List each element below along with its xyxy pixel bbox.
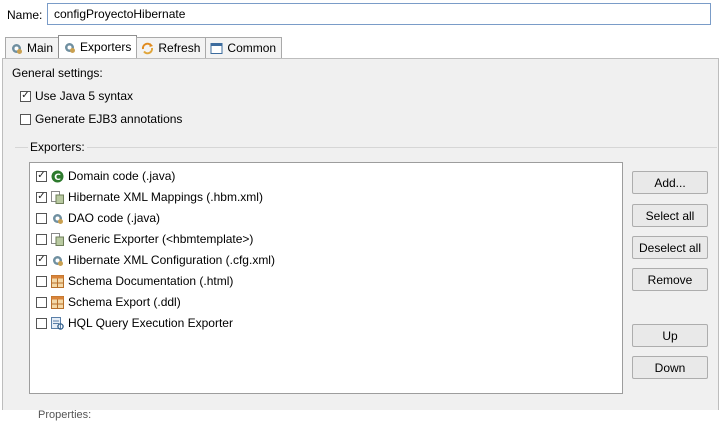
- tab-refresh[interactable]: Refresh: [136, 37, 207, 58]
- use-java5-label: Use Java 5 syntax: [35, 89, 134, 103]
- gear-icon: [12, 43, 22, 54]
- list-item[interactable]: DAO code (.java): [36, 209, 160, 227]
- tab-refresh-label: Refresh: [158, 41, 201, 55]
- ejb3-label: Generate EJB3 annotations: [35, 112, 183, 126]
- up-button[interactable]: Up: [632, 324, 708, 347]
- exporter-checkbox[interactable]: [36, 275, 47, 287]
- tab-exporters-label: Exporters: [80, 40, 132, 54]
- exporters-list[interactable]: ✓ C Domain code (.java) ✓ Hibernate XML …: [29, 162, 623, 394]
- exporter-label: Generic Exporter (<hbmtemplate>): [68, 232, 254, 246]
- exporter-checkbox[interactable]: [36, 212, 47, 224]
- exporter-label: DAO code (.java): [68, 211, 161, 225]
- list-item[interactable]: Schema Export (.ddl): [36, 293, 181, 311]
- list-item[interactable]: Schema Documentation (.html): [36, 272, 233, 290]
- exporter-label: HQL Query Execution Exporter: [68, 316, 233, 330]
- mapping-icon: [51, 190, 64, 204]
- list-item[interactable]: Generic Exporter (<hbmtemplate>): [36, 230, 253, 248]
- svg-text:C: C: [54, 173, 61, 183]
- name-label: Name:: [7, 8, 43, 22]
- use-java5-checkbox-row[interactable]: ✓ Use Java 5 syntax: [20, 89, 133, 103]
- exporter-checkbox[interactable]: ✓: [36, 170, 47, 182]
- list-item[interactable]: ✓ C Domain code (.java): [36, 167, 175, 185]
- exporter-label: Hibernate XML Mappings (.hbm.xml): [68, 190, 263, 204]
- name-input[interactable]: [47, 3, 711, 25]
- exporters-legend: Exporters:: [28, 140, 87, 154]
- ejb3-checkbox-row[interactable]: Generate EJB3 annotations: [20, 112, 182, 126]
- exporters-group-border: [15, 147, 717, 148]
- down-button[interactable]: Down: [632, 356, 708, 379]
- properties-label: Properties:: [38, 409, 92, 421]
- list-item[interactable]: ✓ Hibernate XML Configuration (.cfg.xml): [36, 251, 275, 269]
- remove-button[interactable]: Remove: [632, 268, 708, 291]
- use-java5-checkbox[interactable]: ✓: [20, 90, 31, 102]
- schema-icon: [51, 274, 64, 288]
- gear-icon: [53, 255, 63, 266]
- gear-icon: [65, 42, 76, 53]
- schema-icon: [51, 295, 64, 309]
- deselect-all-button[interactable]: Deselect all: [632, 236, 708, 259]
- exporter-label: Schema Export (.ddl): [68, 295, 181, 309]
- tab-common[interactable]: Common: [205, 37, 283, 58]
- refresh-icon: [142, 42, 154, 54]
- gear-icon: [53, 213, 63, 224]
- list-item[interactable]: ✓ Hibernate XML Mappings (.hbm.xml): [36, 188, 263, 206]
- class-icon: C: [51, 170, 64, 183]
- tab-main-label: Main: [27, 41, 54, 55]
- tab-exporters[interactable]: Exporters: [58, 35, 138, 58]
- exporter-label: Domain code (.java): [68, 169, 176, 183]
- add-button[interactable]: Add...: [632, 171, 708, 194]
- tab-bar: Main Exporters Refresh Common: [5, 35, 283, 59]
- exporter-checkbox[interactable]: ✓: [36, 254, 47, 266]
- window-icon: [210, 42, 223, 54]
- exporter-checkbox[interactable]: [36, 233, 47, 245]
- exporter-checkbox[interactable]: [36, 296, 47, 308]
- select-all-button[interactable]: Select all: [632, 204, 708, 227]
- list-item[interactable]: HQL Query Execution Exporter: [36, 314, 233, 332]
- tab-common-label: Common: [227, 41, 277, 55]
- exporter-checkbox[interactable]: ✓: [36, 191, 47, 203]
- ejb3-checkbox[interactable]: [20, 113, 31, 125]
- exporter-label: Schema Documentation (.html): [68, 274, 234, 288]
- mapping-icon: [51, 232, 64, 246]
- general-settings-label: General settings:: [12, 66, 103, 80]
- exporter-label: Hibernate XML Configuration (.cfg.xml): [68, 253, 275, 267]
- tab-main[interactable]: Main: [5, 37, 60, 58]
- query-icon: [51, 316, 64, 330]
- exporter-checkbox[interactable]: [36, 317, 47, 329]
